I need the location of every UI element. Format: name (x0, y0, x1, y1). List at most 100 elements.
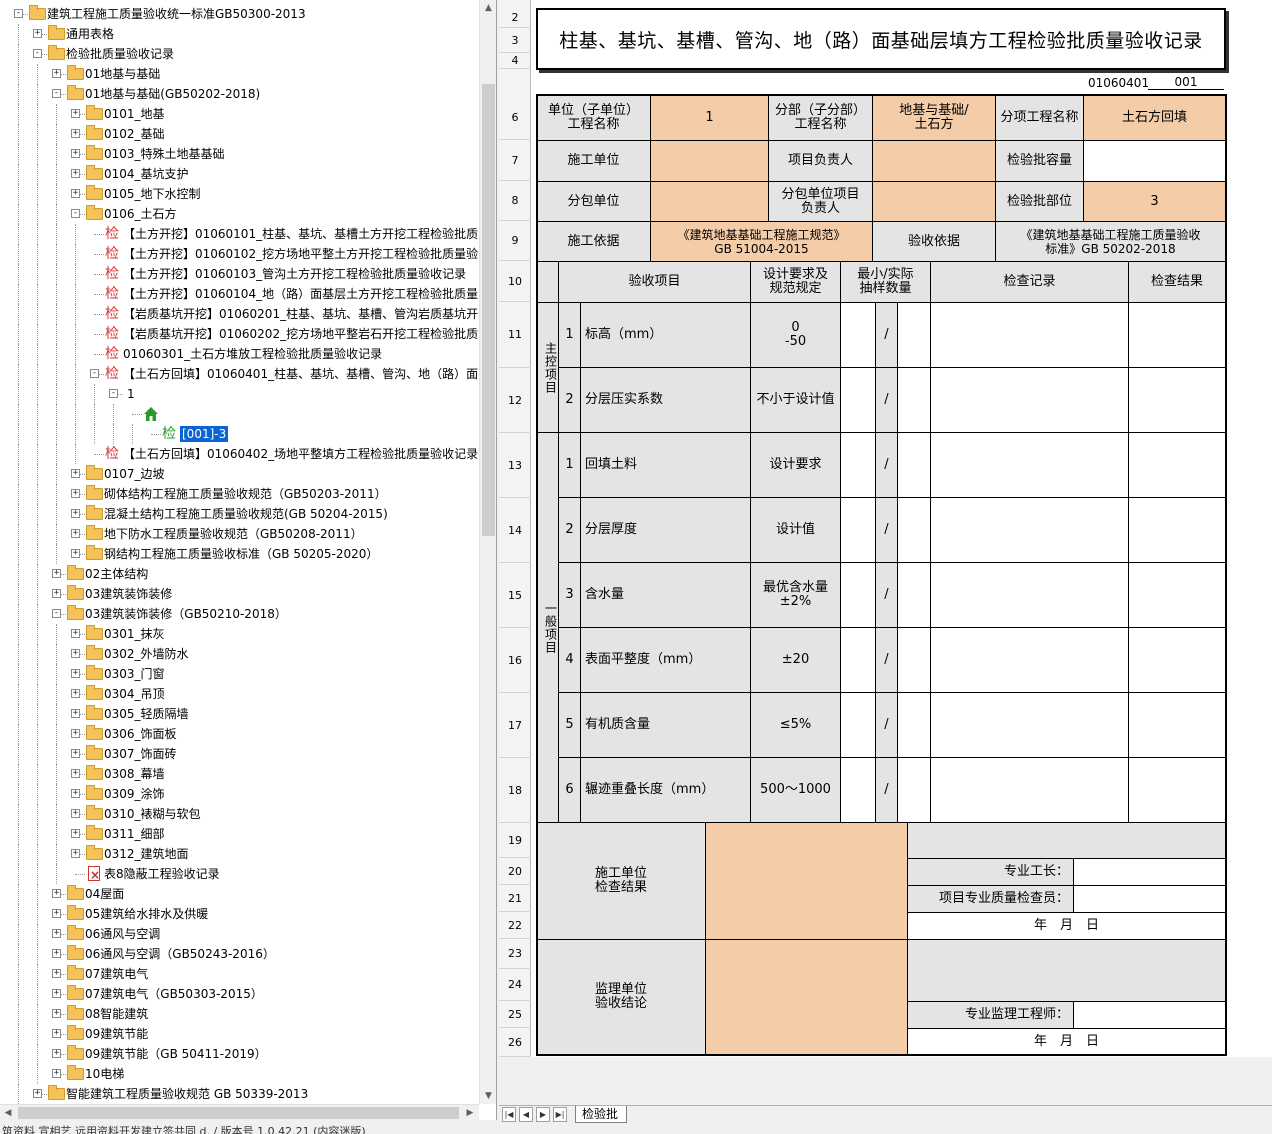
tree-item-label[interactable]: 0301_抹灰 (104, 624, 165, 644)
collapse-icon[interactable]: - (14, 9, 23, 18)
supervision-date[interactable]: 年 月 日 (907, 1028, 1226, 1055)
expand-icon[interactable]: + (71, 489, 80, 498)
tree-item-label[interactable]: 检验批质量验收记录 (66, 44, 174, 64)
expand-icon[interactable]: + (52, 569, 61, 578)
tree-item-label[interactable]: 0306_饰面板 (104, 724, 177, 744)
tree-item-label[interactable]: 03建筑装饰装修（GB50210-2018） (85, 604, 287, 624)
tree-item-label[interactable]: 0103_特殊土地基基础 (104, 144, 225, 164)
tree-item-label[interactable]: 06通风与空调 (85, 924, 160, 944)
sample-actual-field[interactable] (897, 302, 931, 368)
tree-item-label[interactable]: 钢结构工程施工质量验收标准（GB 50205-2020） (104, 544, 378, 564)
expand-icon[interactable]: + (52, 589, 61, 598)
tree-item[interactable]: +06通风与空调（GB50243-2016） (0, 944, 478, 964)
check-record-field[interactable] (930, 302, 1129, 368)
batch-part-field[interactable]: 3 (1083, 181, 1226, 222)
tree-item[interactable]: 检【土石方回填】01060402_场地平整填方工程检验批质量验收记录 (0, 444, 478, 464)
division-name-field[interactable]: 地基与基础/ 土石方 (872, 95, 996, 141)
row-number[interactable]: 15 (499, 563, 531, 628)
row-number[interactable]: 3 (499, 28, 531, 53)
tree-item[interactable]: - 检【土石方回填】01060401_柱基、基坑、基槽、管沟、地（路）面基 (0, 364, 478, 384)
tree-item-label[interactable]: 通用表格 (66, 24, 114, 44)
tree-item-label[interactable]: 02主体结构 (85, 564, 148, 584)
tree-item-label[interactable]: 【土方开挖】01060102_挖方场地平整土方开挖工程检验批质量验收 (123, 244, 478, 264)
tree-item[interactable]: +0305_轻质隔墙 (0, 704, 478, 724)
collapse-icon[interactable]: - (33, 49, 42, 58)
tree-item-label[interactable]: 0311_细部 (104, 824, 165, 844)
tree-item[interactable]: + 通用表格 (0, 24, 478, 44)
expand-icon[interactable]: + (52, 929, 61, 938)
subcontractor-field[interactable] (650, 181, 769, 222)
construction-basis-field[interactable]: 《建筑地基基础工程施工规范》 GB 51004-2015 (650, 221, 873, 262)
expand-icon[interactable]: + (52, 69, 61, 78)
check-record-field[interactable] (930, 367, 1129, 433)
expand-icon[interactable]: + (71, 649, 80, 658)
tree-item[interactable]: - 0106_土石方 (0, 204, 478, 224)
row-number[interactable]: 2 (499, 8, 531, 28)
tree-item[interactable]: + 智能建筑工程质量验收规范 GB 50339-2013 (0, 1084, 478, 1104)
sample-min-field[interactable] (840, 367, 876, 433)
expand-icon[interactable]: + (52, 1069, 61, 1078)
tree-item-label[interactable]: 01060301_土石方堆放工程检验批质量验收记录 (123, 344, 382, 364)
sub-project-manager-field[interactable] (872, 181, 996, 222)
check-record-field[interactable] (930, 757, 1129, 823)
tree-item-label[interactable]: 1 (127, 384, 135, 404)
sample-actual-field[interactable] (897, 432, 931, 498)
tree-item[interactable]: - 建筑工程施工质量验收统一标准GB50300-2013 (0, 4, 478, 24)
tree-item[interactable]: + 混凝土结构工程施工质量验收规范(GB 50204-2015) (0, 504, 478, 524)
constructor-field[interactable] (650, 140, 769, 182)
batch-capacity-field[interactable] (1083, 140, 1226, 182)
expand-icon[interactable]: + (71, 469, 80, 478)
expand-icon[interactable]: + (71, 129, 80, 138)
row-number[interactable]: 12 (499, 368, 531, 433)
expand-icon[interactable]: + (52, 909, 61, 918)
tree-item-label[interactable]: 0106_土石方 (104, 204, 177, 224)
expand-icon[interactable]: + (33, 1089, 42, 1098)
subitem-name-field[interactable]: 土石方回填 (1083, 95, 1226, 141)
unit-name-field[interactable]: 1 (650, 95, 769, 141)
prev-sheet-icon[interactable]: ◀ (519, 1107, 533, 1122)
collapse-icon[interactable]: - (52, 609, 61, 618)
expand-icon[interactable]: + (71, 189, 80, 198)
collapse-icon[interactable]: - (52, 89, 61, 98)
expand-icon[interactable]: + (71, 729, 80, 738)
expand-icon[interactable]: + (71, 529, 80, 538)
row-number[interactable]: 14 (499, 498, 531, 563)
sample-min-field[interactable] (840, 302, 876, 368)
tree-item[interactable]: 检 [001]-3 (0, 424, 478, 444)
tree-item[interactable]: +0307_饰面砖 (0, 744, 478, 764)
row-number[interactable]: 8 (499, 181, 531, 221)
tree-item[interactable]: - 检验批质量验收记录 (0, 44, 478, 64)
tree-item[interactable]: +0102_基础 (0, 124, 478, 144)
tree-item[interactable]: +0308_幕墙 (0, 764, 478, 784)
row-number[interactable]: 7 (499, 140, 531, 181)
tree-item-label[interactable]: 砌体结构工程施工质量验收规范（GB50203-2011） (104, 484, 387, 504)
sample-min-field[interactable] (840, 562, 876, 628)
tree-item-label[interactable]: 0305_轻质隔墙 (104, 704, 189, 724)
tree-item-label[interactable]: 01地基与基础(GB50202-2018) (85, 84, 260, 104)
tree-item[interactable] (0, 404, 478, 424)
expand-icon[interactable]: + (71, 149, 80, 158)
tree-item-label[interactable]: 0302_外墙防水 (104, 644, 189, 664)
check-record-field[interactable] (930, 692, 1129, 758)
tree-item[interactable]: +04屋面 (0, 884, 478, 904)
tree-item[interactable]: +0103_特殊土地基基础 (0, 144, 478, 164)
tree-item-label[interactable]: 0107_边坡 (104, 464, 165, 484)
tree-item-label[interactable]: 0101_地基 (104, 104, 165, 124)
expand-icon[interactable]: + (71, 549, 80, 558)
tree-item-label[interactable]: [001]-3 (180, 426, 229, 442)
tree-item[interactable]: 检【土方开挖】01060101_柱基、基坑、基槽土方开挖工程检验批质量 (0, 224, 478, 244)
tree-item[interactable]: + 钢结构工程施工质量验收标准（GB 50205-2020） (0, 544, 478, 564)
next-sheet-icon[interactable]: ▶ (536, 1107, 550, 1122)
check-result-field[interactable] (1128, 302, 1226, 368)
project-manager-field[interactable] (872, 140, 996, 182)
row-number[interactable]: 11 (499, 302, 531, 368)
scroll-left-arrow-icon[interactable]: ◀ (0, 1105, 16, 1120)
quality-inspector-field[interactable] (1073, 885, 1226, 913)
tree-item[interactable]: +03建筑装饰装修 (0, 584, 478, 604)
scroll-up-arrow-icon[interactable]: ▲ (480, 0, 496, 16)
scroll-thumb[interactable] (482, 84, 495, 536)
tree-item-label[interactable]: 04屋面 (85, 884, 124, 904)
tree-item[interactable]: 检【土方开挖】01060103_管沟土方开挖工程检验批质量验收记录 (0, 264, 478, 284)
tree-item[interactable]: +10电梯 (0, 1064, 478, 1084)
row-number[interactable]: 19 (499, 823, 531, 858)
